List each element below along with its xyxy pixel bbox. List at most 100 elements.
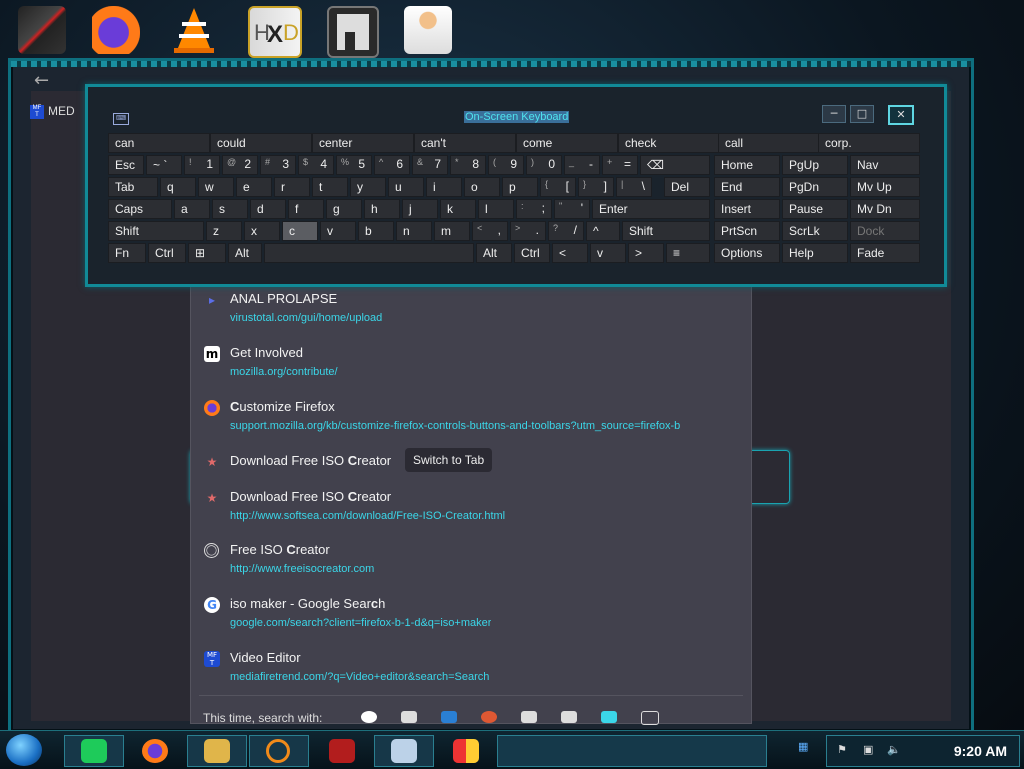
key-j[interactable]: j (402, 199, 438, 219)
key-x[interactable]: x (244, 221, 280, 241)
user-icon[interactable] (404, 6, 452, 54)
key-sym[interactable]: }] (578, 177, 614, 197)
key-end[interactable]: End (714, 177, 780, 197)
key-5[interactable]: % 5 (336, 155, 372, 175)
amazon-engine-icon[interactable] (401, 711, 417, 723)
key-down[interactable]: v (590, 243, 626, 263)
key-sym[interactable]: " ' (554, 199, 590, 219)
vlc-icon[interactable] (170, 6, 218, 54)
key-8[interactable]: * 8 (450, 155, 486, 175)
key-t[interactable]: t (312, 177, 348, 197)
key--[interactable]: _ - (564, 155, 600, 175)
key-home[interactable]: Home (714, 155, 780, 175)
key-sym[interactable]: {[ (540, 177, 576, 197)
taskbar-notes[interactable] (64, 735, 124, 767)
key-esc[interactable]: Esc (108, 155, 144, 175)
prediction-3[interactable]: can't (414, 133, 516, 153)
bookmark-med[interactable]: MF T MED (30, 104, 75, 119)
key-menu[interactable]: ≡ (666, 243, 710, 263)
flag-icon[interactable]: ⚑ (837, 744, 849, 756)
key-mvdn[interactable]: Mv Dn (850, 199, 920, 219)
key-p[interactable]: p (502, 177, 538, 197)
prediction-0[interactable]: can (108, 133, 210, 153)
suggestion-item[interactable]: ★ Download Free ISO Creator http://www.s… (191, 486, 751, 536)
key-pause[interactable]: Pause (782, 199, 848, 219)
key-shift-right[interactable]: Shift (622, 221, 710, 241)
settings-engine-icon[interactable] (641, 711, 659, 725)
key-nav[interactable]: Nav (850, 155, 920, 175)
key-pgup[interactable]: PgUp (782, 155, 848, 175)
key-4[interactable]: $4 (298, 155, 334, 175)
key-windows[interactable]: ⊞ (188, 243, 226, 263)
show-desktop-icon[interactable]: ▦ (798, 741, 810, 753)
key-mvup[interactable]: Mv Up (850, 177, 920, 197)
key-alt-left[interactable]: Alt (228, 243, 262, 263)
key-k[interactable]: k (440, 199, 476, 219)
key-shift-left[interactable]: Shift (108, 221, 204, 241)
key-sym[interactable]: ? / (548, 221, 584, 241)
key-e[interactable]: e (236, 177, 272, 197)
key-sym[interactable]: <, (472, 221, 508, 241)
taskbar-search[interactable] (249, 735, 309, 767)
bing-engine-icon[interactable] (441, 711, 457, 723)
duckduckgo-engine-icon[interactable] (481, 711, 497, 723)
taskbar-control[interactable] (436, 735, 496, 767)
key-f[interactable]: f (288, 199, 324, 219)
key-6[interactable]: ^ 6 (374, 155, 410, 175)
prediction-1[interactable]: could (210, 133, 312, 153)
key-sym[interactable]: >. (510, 221, 546, 241)
key-b[interactable]: b (358, 221, 394, 241)
minimize-button[interactable]: ─ (822, 105, 846, 123)
taskbar-app[interactable] (312, 735, 372, 767)
key-i[interactable]: i (426, 177, 462, 197)
key-2[interactable]: @2 (222, 155, 258, 175)
key-3[interactable]: #3 (260, 155, 296, 175)
key-right[interactable]: > (628, 243, 664, 263)
key-options[interactable]: Options (714, 243, 780, 263)
start-button[interactable] (6, 734, 42, 766)
key-l[interactable]: l (478, 199, 514, 219)
key-h[interactable]: h (364, 199, 400, 219)
key-tilde[interactable]: ~ ` (146, 155, 182, 175)
taskbar-osk[interactable] (374, 735, 434, 767)
prediction-5[interactable]: check (618, 133, 720, 153)
prediction-6[interactable]: call (718, 133, 820, 153)
key-7[interactable]: & 7 (412, 155, 448, 175)
key-z[interactable]: z (206, 221, 242, 241)
back-arrow-icon[interactable]: ← (34, 70, 49, 91)
key-r[interactable]: r (274, 177, 310, 197)
restore-button[interactable]: □ (850, 105, 874, 123)
taskbar-firefox[interactable] (125, 735, 185, 767)
wikipedia-engine-icon[interactable] (561, 711, 577, 723)
key-v[interactable]: v (320, 221, 356, 241)
suggestion-item-open-tab[interactable]: ★ Download Free ISO Creator Switch to Ta… (191, 448, 751, 484)
key-pgdn[interactable]: PgDn (782, 177, 848, 197)
clock[interactable]: 9:20 AM (954, 743, 1007, 759)
key-w[interactable]: w (198, 177, 234, 197)
key-9[interactable]: (9 (488, 155, 524, 175)
hxd-icon[interactable]: HXD (248, 6, 302, 58)
key-dock[interactable]: Dock (850, 221, 920, 241)
key-c[interactable]: c (282, 221, 318, 241)
suggestion-item[interactable]: ▸ ANAL PROLAPSE virustotal.com/gui/home/… (191, 288, 751, 338)
key-left[interactable]: < (552, 243, 588, 263)
key-q[interactable]: q (160, 177, 196, 197)
suggestion-item[interactable]: Customize Firefox support.mozilla.org/kb… (191, 396, 751, 446)
key-a[interactable]: a (174, 199, 210, 219)
key-insert[interactable]: Insert (714, 199, 780, 219)
key-s[interactable]: s (212, 199, 248, 219)
prediction-7[interactable]: corp. (818, 133, 920, 153)
prediction-4[interactable]: come (516, 133, 618, 153)
key-caps[interactable]: Caps (108, 199, 172, 219)
key-del[interactable]: Del (664, 177, 710, 197)
suggestion-item[interactable]: G iso maker - Google Search google.com/s… (191, 593, 751, 643)
suggestion-item[interactable]: ◯ Free ISO Creator http://www.freeisocre… (191, 539, 751, 589)
ebay-engine-icon[interactable] (521, 711, 537, 723)
key-help[interactable]: Help (782, 243, 848, 263)
key-=[interactable]: + = (602, 155, 638, 175)
key-g[interactable]: g (326, 199, 362, 219)
network-icon[interactable]: ▣ (863, 744, 875, 756)
key-enter[interactable]: Enter (592, 199, 710, 219)
firefox-desktop-icon[interactable] (92, 6, 140, 54)
key-m[interactable]: m (434, 221, 470, 241)
